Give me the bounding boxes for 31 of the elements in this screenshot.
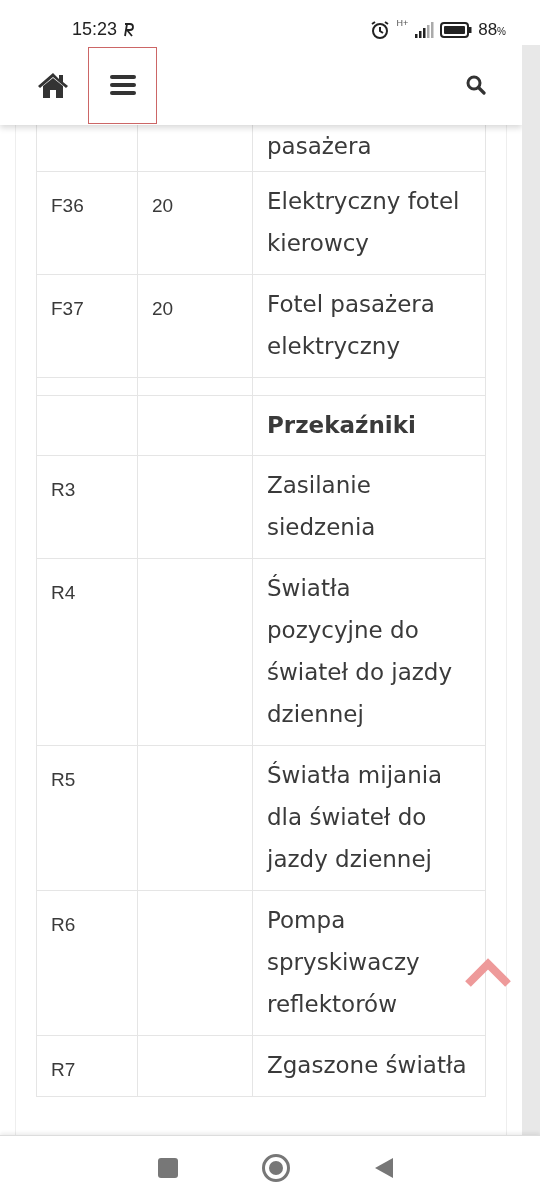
battery-icon [440, 21, 473, 38]
table-cell: Fotel pasażera elektryczny [253, 275, 486, 378]
home-icon [37, 71, 69, 99]
table-cell: R5 [36, 746, 138, 891]
table-cell: 20 [138, 275, 253, 378]
search-button[interactable] [464, 73, 488, 97]
table-cell: 20 [138, 172, 253, 275]
r-badge-icon [123, 22, 136, 37]
network-type: H+ [396, 16, 409, 30]
table-cell: F37 [36, 275, 138, 378]
table-cell: R6 [36, 891, 138, 1036]
table-cell: R3 [36, 456, 138, 559]
home-nav-button[interactable] [262, 1154, 290, 1182]
battery-level: 88% [478, 18, 506, 41]
table-cell: Światła mijania dla świateł do jazdy dziennej [253, 746, 486, 891]
menu-button[interactable] [88, 46, 157, 124]
table-cell: Zasilanie siedzenia [253, 456, 486, 559]
table-cell: Pompa spryskiwaczy reflektorów [253, 891, 486, 1036]
alarm-icon [370, 19, 391, 40]
table-cell: Zgaszone światła [253, 1036, 486, 1097]
table-cell: F36 [36, 172, 138, 275]
back-button[interactable] [374, 1157, 394, 1179]
table-cell: Przekaźniki [253, 396, 486, 456]
table-cell: Elektryczny fotel kierowcy [253, 172, 486, 275]
table-cell: R4 [36, 559, 138, 746]
table-cell: R7 [36, 1036, 138, 1097]
search-icon [466, 75, 486, 95]
menu-icon [109, 74, 136, 96]
signal-icon [414, 21, 435, 38]
table-cell: Światła pozycyjne do świateł do jazdy dziennej [253, 559, 486, 746]
clock: 15:23 [72, 18, 118, 41]
